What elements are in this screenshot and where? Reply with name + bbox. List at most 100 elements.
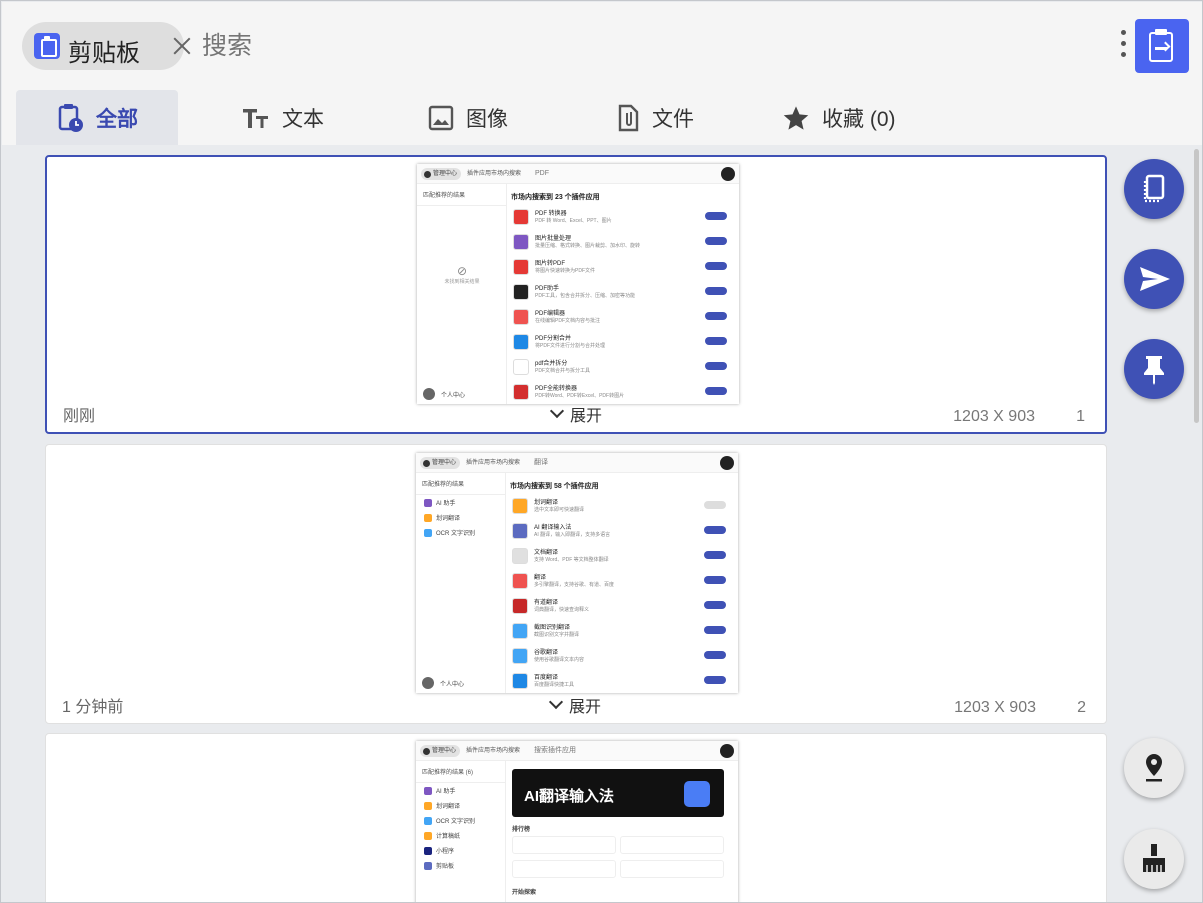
copy-button[interactable] [1124, 159, 1184, 219]
mini-plugin-row: 截图识别翻译 截图识别文字并翻译 [512, 620, 728, 644]
mini-user: 个人中心 [440, 681, 465, 688]
plugin-title: 图片批量处理 [535, 236, 572, 242]
plugin-desc: AI 翻译，输入即翻译，支持多语言 [534, 532, 611, 538]
plugin-desc: PDF文档合并与拆分工具 [535, 368, 591, 374]
download-button [704, 626, 726, 634]
mini-chip: 管理中心 [421, 168, 462, 180]
expand-button[interactable]: 展开 [549, 402, 603, 426]
tab-label: 全部 [96, 107, 138, 131]
more-menu-icon[interactable] [1120, 30, 1128, 60]
mini-side-item: 计算稿纸 [416, 828, 505, 843]
clipboard-app-button[interactable] [1135, 19, 1189, 73]
tab-bar: 全部 文本 图像 文件 收藏 (0) [2, 89, 1202, 145]
header: 剪贴板 [2, 2, 1202, 89]
mini-tab: 插件应用市场内搜索 [466, 748, 521, 754]
tab-all[interactable]: 全部 [16, 90, 178, 145]
location-button[interactable] [1124, 738, 1184, 798]
mini-plugin-row: PDF分割合并 将PDF文件进行分割与合并处理 [513, 331, 729, 355]
plugin-title: 百度翻译 [534, 675, 559, 681]
mini-plugin-row: PDF全能转换器 PDF转Word、PDF转Excel、PDF转图片 [513, 381, 729, 404]
mini-side-item: AI 助手 [416, 495, 505, 510]
mini-side-item: 划词翻译 [416, 510, 505, 525]
plugin-title: PDF助手 [535, 286, 560, 292]
side-item-label: 剪贴板 [436, 864, 455, 870]
plugin-desc: 词典翻译，快速查询释义 [534, 607, 590, 613]
mini-plugin-row: 翻译 多引擎翻译，支持谷歌、有道、百度 [512, 570, 728, 594]
tab-text[interactable]: 文本 [242, 90, 324, 145]
mini-plugin-row: PDF编辑器 在线编辑PDF文档内容与批注 [513, 306, 729, 330]
expand-label: 展开 [570, 408, 603, 425]
download-button [704, 576, 726, 584]
mini-side-item: 小程序 [416, 843, 505, 858]
plugin-desc: 将PDF文件进行分割与合并处理 [535, 343, 606, 349]
image-icon [428, 105, 454, 130]
mini-empty: 未找到相关结果 [444, 279, 480, 285]
plugin-desc: 支持 Word、PDF 等文档整体翻译 [534, 557, 609, 563]
side-item-label: AI 助手 [436, 501, 456, 507]
clip-image-preview: 管理中心 插件应用市场内搜索 翻译 匹配推荐的结果 AI 助手 划词翻译 OCR 文字识… [416, 453, 738, 693]
side-item-label: 小程序 [436, 849, 455, 855]
clean-button[interactable] [1124, 829, 1184, 889]
side-item-icon [424, 513, 432, 522]
clip-item-2[interactable]: 管理中心 插件应用市场内搜索 翻译 匹配推荐的结果 AI 助手 划词翻译 OCR 文字识… [45, 444, 1107, 724]
plugin-icon [512, 498, 528, 514]
side-item-icon [424, 861, 432, 870]
side-item-icon [424, 816, 432, 825]
plugin-title: 文档翻译 [534, 550, 559, 556]
mini-plugin-row: pdf合并拆分 PDF文档合并与拆分工具 [513, 356, 729, 380]
search-input[interactable] [202, 32, 602, 61]
mini-query: 翻译 [534, 459, 548, 466]
download-button [704, 676, 726, 684]
text-format-icon [243, 108, 268, 128]
location-pin-icon [1146, 754, 1162, 782]
download-button [705, 337, 727, 345]
tab-favorites[interactable]: 收藏 (0) [782, 90, 896, 145]
plugin-icon [513, 384, 529, 400]
plugin-icon [513, 234, 529, 250]
send-button[interactable] [1124, 249, 1184, 309]
expand-button[interactable]: 展开 [548, 693, 602, 717]
download-button [705, 362, 727, 370]
side-item-icon [424, 498, 432, 507]
side-item-label: OCR 文字识别 [436, 819, 476, 825]
mini-plugin-row: 有道翻译 词典翻译，快速查询释义 [512, 595, 728, 619]
plugin-icon [513, 259, 529, 275]
download-button [704, 651, 726, 659]
clipboard-clock-icon [58, 103, 83, 132]
plugin-desc: 将图片快速转换为PDF文件 [535, 268, 596, 274]
mini-tab: 插件应用市场内搜索 [466, 460, 521, 466]
mini-chip: 管理中心 [420, 457, 461, 469]
close-icon[interactable] [170, 34, 194, 58]
tab-file[interactable]: 文件 [616, 90, 694, 145]
file-attach-icon [618, 104, 639, 131]
plugin-icon [513, 359, 529, 375]
clip-item-3[interactable]: 管理中心 插件应用市场内搜索 搜索插件应用 匹配推荐的结果 (6) AI 助手 划词翻译… [45, 733, 1107, 902]
side-item-label: AI 助手 [436, 789, 456, 795]
mini-logo-icon [720, 744, 734, 758]
star-icon [783, 105, 809, 130]
expand-label: 展开 [569, 699, 602, 716]
side-item-icon [424, 846, 432, 855]
mini-side-item: 划词翻译 [416, 798, 505, 813]
side-item-label: 划词翻译 [436, 516, 461, 522]
broom-icon [1143, 844, 1165, 872]
clip-time: 1 分钟前 [62, 699, 124, 716]
plugin-icon [512, 548, 528, 564]
scrollbar[interactable] [1194, 149, 1199, 423]
tab-image[interactable]: 图像 [428, 90, 508, 145]
plugin-desc: 截图识别文字并翻译 [534, 632, 580, 638]
clip-item-1[interactable]: 管理中心 插件应用市场内搜索 PDF 匹配推荐的结果 ⊘ 未找到相关结果 个人中心 市… [45, 155, 1107, 434]
clip-index: 1 [1076, 408, 1085, 425]
clipboard-chip[interactable]: 剪贴板 [22, 22, 184, 70]
chevron-down-icon [549, 403, 565, 419]
pin-button[interactable] [1124, 339, 1184, 399]
tab-label: 图像 [466, 107, 508, 131]
mini-plugin-row: 文档翻译 支持 Word、PDF 等文档整体翻译 [512, 545, 728, 569]
plugin-desc: PDF工具，包含合并拆分、压缩、加密等功能 [535, 293, 636, 299]
side-item-label: OCR 文字识别 [436, 531, 476, 537]
plugin-icon [512, 673, 528, 689]
plugin-desc: 批量压缩、格式转换、图片裁剪、加水印、旋转 [535, 243, 641, 249]
mini-logo-icon [721, 167, 735, 181]
copy-icon [1143, 174, 1165, 203]
download-button [705, 262, 727, 270]
